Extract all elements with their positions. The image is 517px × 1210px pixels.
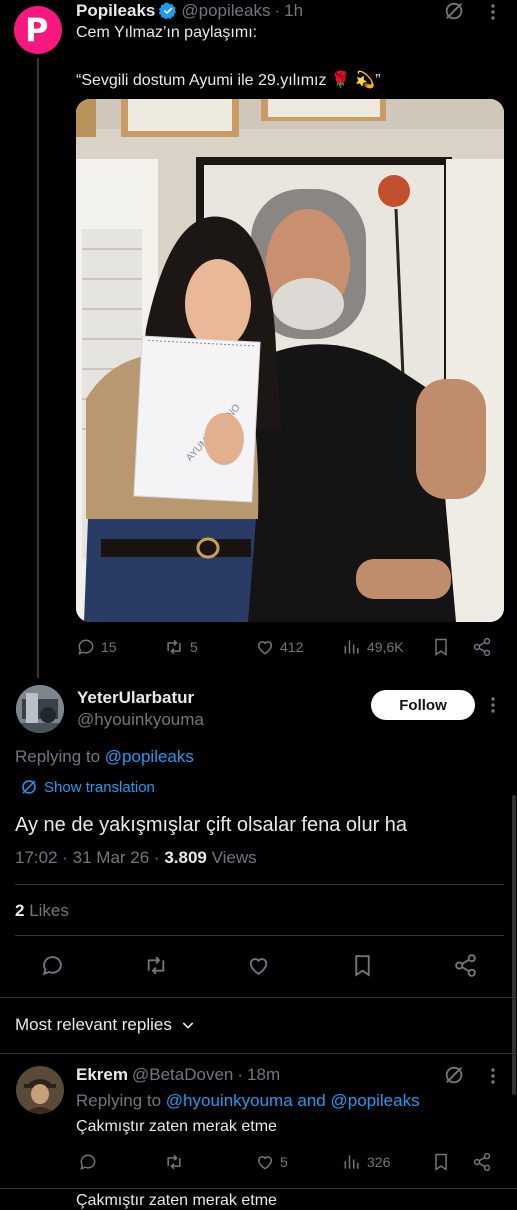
repost-icon bbox=[167, 1154, 181, 1170]
show-translation-button[interactable]: Show translation bbox=[20, 778, 155, 796]
post-photo[interactable]: AYUMI TAKANO bbox=[76, 99, 504, 622]
popileaks-logo-icon: P bbox=[25, 11, 49, 49]
reply-count: 15 bbox=[101, 639, 117, 655]
divider bbox=[0, 1053, 517, 1054]
views-button[interactable]: 49,6K bbox=[342, 637, 404, 657]
reply-time[interactable]: 18m bbox=[247, 1065, 280, 1085]
top-post-handle[interactable]: @popileaks bbox=[181, 1, 270, 21]
views-icon bbox=[344, 1155, 359, 1169]
top-post-display-name[interactable]: Popileaks bbox=[76, 1, 155, 21]
views-count: 326 bbox=[367, 1154, 391, 1170]
verified-icon bbox=[159, 2, 177, 20]
replying-to-link[interactable]: @popileaks bbox=[105, 747, 194, 766]
reply-button[interactable] bbox=[40, 953, 65, 978]
more-icon[interactable] bbox=[488, 695, 498, 715]
like-button[interactable]: 412 bbox=[255, 637, 303, 657]
reply-handle[interactable]: @BetaDoven bbox=[132, 1065, 233, 1085]
reply-button[interactable]: 15 bbox=[76, 637, 117, 657]
like-count: 412 bbox=[280, 639, 304, 655]
likes-label: Likes bbox=[29, 901, 69, 920]
like-icon bbox=[257, 641, 273, 655]
bookmark-button[interactable] bbox=[431, 1152, 451, 1172]
reply-button[interactable] bbox=[78, 1152, 98, 1172]
top-post-header: Popileaks @popileaks · 1h bbox=[76, 1, 303, 21]
replies-sort-label: Most relevant replies bbox=[15, 1015, 172, 1034]
repost-button[interactable] bbox=[143, 953, 169, 978]
dot-separator: · bbox=[237, 1065, 244, 1084]
divider bbox=[15, 935, 504, 936]
share-icon bbox=[473, 637, 491, 657]
top-post-quote: “Sevgili dostum Ayumi ile 29.yılımız 🌹 💫… bbox=[76, 72, 381, 89]
focused-actions bbox=[0, 953, 517, 979]
views-button[interactable]: 326 bbox=[342, 1152, 390, 1172]
popileaks-avatar[interactable]: P bbox=[14, 6, 62, 54]
likes-summary[interactable]: 2 Likes bbox=[15, 901, 69, 921]
top-post-time[interactable]: 1h bbox=[284, 1, 303, 21]
share-button[interactable] bbox=[472, 637, 492, 657]
likes-count: 2 bbox=[15, 901, 25, 920]
replies-sort-dropdown[interactable]: Most relevant replies bbox=[15, 1015, 196, 1035]
reply-text: Çakmıştır zaten merak etme bbox=[76, 1118, 277, 1135]
share-icon bbox=[473, 1152, 491, 1172]
top-post-intro: Cem Yılmaz’ın paylaşımı: bbox=[76, 24, 258, 41]
like-icon bbox=[257, 1156, 273, 1170]
dot-separator: · bbox=[274, 1, 281, 20]
chevron-down-icon bbox=[182, 1022, 194, 1029]
reply-replying-to: Replying to @hyouinkyouma and @popileaks bbox=[76, 1091, 420, 1111]
like-button[interactable]: 5 bbox=[255, 1152, 288, 1172]
share-button[interactable] bbox=[453, 953, 478, 978]
bookmark-icon bbox=[435, 1153, 447, 1171]
reply-icon bbox=[80, 1154, 96, 1170]
bookmark-button[interactable] bbox=[350, 953, 375, 978]
yeterularbatur-avatar[interactable] bbox=[16, 685, 64, 733]
translate-icon bbox=[22, 780, 36, 794]
repost-icon bbox=[147, 956, 165, 975]
repost-count: 5 bbox=[190, 639, 198, 655]
repost-button[interactable] bbox=[163, 1152, 185, 1172]
ekrem-avatar[interactable] bbox=[16, 1066, 64, 1114]
show-translation-label: Show translation bbox=[44, 778, 155, 796]
follow-button[interactable]: Follow bbox=[371, 690, 475, 720]
focused-post-text: Ay ne de yakışmışlar çift olsalar fena o… bbox=[15, 814, 408, 836]
top-post-actions: 15 5 412 49,6K bbox=[76, 636, 496, 658]
focused-post-meta: 17:02 · 31 Mar 26 · 3.809 Views bbox=[15, 848, 257, 868]
reply-replying-prefix: Replying to bbox=[76, 1091, 162, 1110]
views-icon bbox=[344, 640, 359, 654]
reply-header: Ekrem @BetaDoven · 18m bbox=[76, 1065, 280, 1085]
more-icon[interactable] bbox=[488, 2, 498, 22]
bookmark-icon bbox=[435, 638, 447, 656]
reply-icon bbox=[42, 956, 62, 976]
share-icon bbox=[455, 954, 476, 977]
focused-display-name[interactable]: YeterUlarbatur bbox=[77, 688, 194, 708]
share-button[interactable] bbox=[472, 1152, 492, 1172]
replying-to-line: Replying to @popileaks bbox=[15, 747, 194, 767]
next-reply-preview: Çakmıştır zaten merak etme bbox=[76, 1192, 277, 1209]
scrollbar[interactable] bbox=[512, 795, 516, 1095]
reply-actions: 5 326 bbox=[76, 1152, 496, 1174]
focused-views-count: 3.809 bbox=[164, 848, 207, 867]
focused-handle[interactable]: @hyouinkyouma bbox=[77, 710, 204, 730]
views-count: 49,6K bbox=[367, 639, 404, 655]
reply-display-name[interactable]: Ekrem bbox=[76, 1065, 128, 1085]
grok-icon[interactable] bbox=[443, 1064, 465, 1086]
like-button[interactable] bbox=[246, 953, 271, 978]
repost-icon bbox=[167, 639, 181, 655]
more-icon[interactable] bbox=[488, 1066, 498, 1086]
focused-views-label: Views bbox=[211, 848, 257, 867]
reply-icon bbox=[78, 639, 94, 655]
like-count: 5 bbox=[280, 1154, 288, 1170]
bookmark-button[interactable] bbox=[431, 637, 451, 657]
divider bbox=[0, 997, 517, 998]
focused-datetime[interactable]: 17:02 · 31 Mar 26 · bbox=[15, 848, 164, 867]
bookmark-icon bbox=[355, 955, 370, 977]
thread-line bbox=[37, 58, 39, 678]
reply-replying-to-links[interactable]: @hyouinkyouma and @popileaks bbox=[166, 1091, 420, 1110]
replying-prefix: Replying to bbox=[15, 747, 101, 766]
grok-icon[interactable] bbox=[443, 0, 465, 22]
divider bbox=[15, 884, 504, 885]
repost-button[interactable]: 5 bbox=[163, 637, 198, 657]
divider bbox=[0, 1188, 517, 1189]
like-icon bbox=[249, 958, 268, 975]
